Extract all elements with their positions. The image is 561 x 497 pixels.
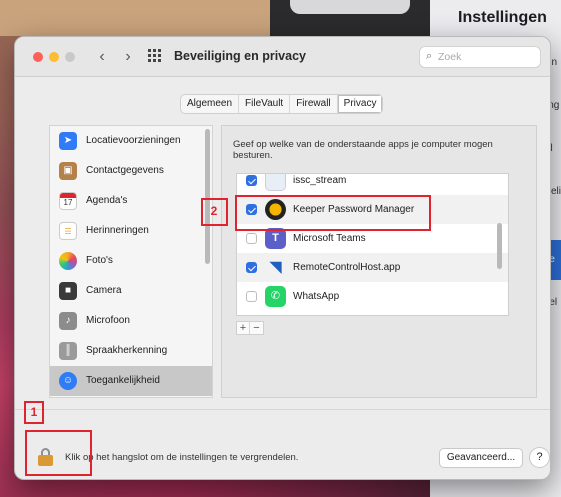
window-titlebar: ‹ › Beveiliging en privacy ⌕ Zoek <box>15 37 550 77</box>
add-remove-control: + − <box>236 321 264 335</box>
tab-filevault[interactable]: FileVault <box>239 95 291 113</box>
sidebar-item-label: Camera <box>86 285 122 296</box>
microphone-icon: ♪ <box>59 312 77 330</box>
contacts-icon: ▣ <box>59 162 77 180</box>
sidebar-item-contactgegevens[interactable]: ▣ Contactgegevens <box>50 156 212 186</box>
forward-chevron-icon[interactable]: › <box>119 47 137 67</box>
sidebar-item-label: Toegankelijkheid <box>86 375 160 386</box>
search-placeholder: Zoek <box>438 51 462 63</box>
search-field[interactable]: ⌕ Zoek <box>419 46 541 68</box>
bottom-divider <box>15 409 550 410</box>
list-item[interactable]: ✆ WhatsApp <box>237 282 508 311</box>
sidebar-item-herinneringen[interactable]: ☰ Herinneringen <box>50 216 212 246</box>
teams-icon: T <box>265 228 286 249</box>
remote-control-icon: ◥ <box>269 259 282 276</box>
sidebar-item-label: Contactgegevens <box>86 165 164 176</box>
sidebar-item-microfoon[interactable]: ♪ Microfoon <box>50 306 212 336</box>
menu-notch <box>270 0 430 36</box>
callout-lock-box <box>25 430 92 476</box>
remove-app-button[interactable]: − <box>250 322 263 334</box>
app-list-scrollbar[interactable] <box>497 223 502 269</box>
zoom-window-button[interactable] <box>65 52 75 62</box>
app-label: WhatsApp <box>293 291 340 302</box>
tab-firewall[interactable]: Firewall <box>290 95 338 113</box>
camera-icon: ■ <box>59 282 77 300</box>
sidebar-item-label: Herinneringen <box>86 225 149 236</box>
callout-2-number: 2 <box>210 204 218 218</box>
sidebar-item-label: Agenda's <box>86 195 128 206</box>
tab-privacy[interactable]: Privacy <box>337 95 383 113</box>
sidebar-item-fotos[interactable]: Foto's <box>50 246 212 276</box>
callout-keeper-box <box>235 195 431 231</box>
close-window-button[interactable] <box>33 52 43 62</box>
sidebar-item-toegankelijkheid[interactable]: ☺ Toegankelijkheid <box>50 366 212 396</box>
list-item[interactable]: issc_stream <box>237 174 508 195</box>
sidebar-scrollbar[interactable] <box>205 129 210 264</box>
sidebar-item-agendas[interactable]: 17 Agenda's <box>50 186 212 216</box>
desktop-wallpaper-top <box>0 0 270 36</box>
app-checkbox[interactable] <box>246 262 257 273</box>
tab-bar: Algemeen FileVault Firewall Privacy <box>180 94 384 114</box>
minimize-window-button[interactable] <box>49 52 59 62</box>
list-item[interactable]: ◥ RemoteControlHost.app <box>237 253 508 282</box>
back-chevron-icon[interactable]: ‹ <box>93 47 111 67</box>
callout-1-number: 1 <box>30 405 38 419</box>
sidebar-item-label: Microfoon <box>86 315 130 326</box>
add-app-button[interactable]: + <box>237 322 250 334</box>
app-label: Microsoft Teams <box>293 233 366 244</box>
show-all-grid-icon[interactable] <box>147 48 163 64</box>
app-checkbox[interactable] <box>246 175 257 186</box>
app-checkbox[interactable] <box>246 233 257 244</box>
sidebar-item-spraakherkenning[interactable]: ║ Spraakherkenning <box>50 336 212 366</box>
app-checkbox[interactable] <box>246 291 257 302</box>
app-label: RemoteControlHost.app <box>293 262 401 273</box>
whatsapp-icon: ✆ <box>265 286 286 307</box>
calendar-day: 17 <box>63 198 73 207</box>
pane-description: Geef op welke van de onderstaande apps j… <box>233 139 493 161</box>
sidebar-item-camera[interactable]: ■ Camera <box>50 276 212 306</box>
photos-icon <box>59 252 77 270</box>
help-button[interactable]: ? <box>529 447 550 468</box>
window-title: Beveiliging en privacy <box>174 49 306 63</box>
generic-app-icon <box>265 174 286 191</box>
accessibility-icon: ☺ <box>59 372 77 390</box>
tab-algemeen[interactable]: Algemeen <box>181 95 240 113</box>
background-window-title: Instellingen <box>458 9 547 26</box>
advanced-button[interactable]: Geavanceerd... <box>439 448 523 468</box>
reminders-icon: ☰ <box>59 222 77 240</box>
location-arrow-icon: ➤ <box>59 132 77 150</box>
sidebar-item-locatievoorzieningen[interactable]: ➤ Locatievoorzieningen <box>50 126 212 156</box>
calendar-icon: 17 <box>59 192 77 210</box>
sidebar-item-label: Foto's <box>86 255 113 266</box>
speech-recognition-icon: ║ <box>59 342 77 360</box>
sidebar-item-label: Spraakherkenning <box>86 345 168 356</box>
app-label: issc_stream <box>293 175 347 186</box>
privacy-category-list: ➤ Locatievoorzieningen ▣ Contactgegevens… <box>49 125 213 398</box>
sidebar-item-label: Locatievoorzieningen <box>86 135 181 146</box>
lock-hint-text: Klik op het hangslot om de instellingen … <box>65 452 299 463</box>
preferences-window: ‹ › Beveiliging en privacy ⌕ Zoek Algeme… <box>14 36 551 480</box>
